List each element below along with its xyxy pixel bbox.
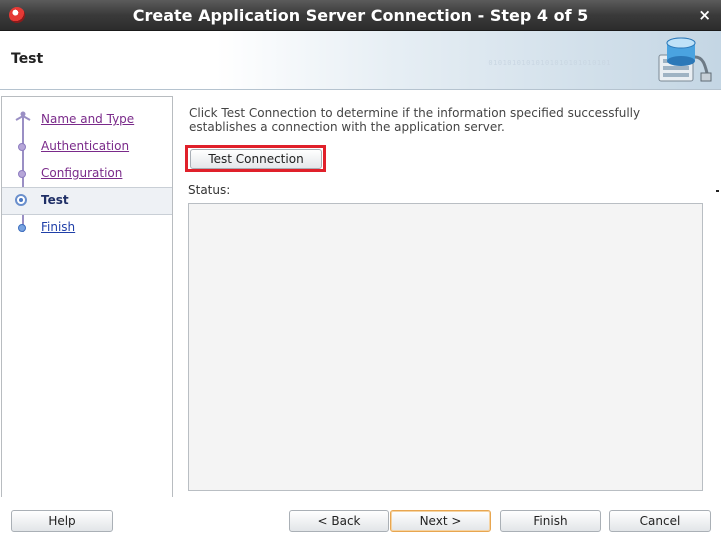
finish-button[interactable]: Finish <box>500 510 601 532</box>
step-item-finish[interactable]: Finish <box>2 215 172 241</box>
step-label-authentication[interactable]: Authentication <box>41 139 129 153</box>
close-icon[interactable]: × <box>698 6 711 24</box>
step-dot-icon <box>18 170 26 178</box>
current-step-icon <box>15 194 27 206</box>
step-dot-icon <box>18 224 26 232</box>
title-bar: Create Application Server Connection - S… <box>0 0 721 31</box>
edge-marker <box>716 190 719 192</box>
cancel-button[interactable]: Cancel <box>609 510 711 532</box>
back-button[interactable]: < Back <box>289 510 389 532</box>
test-connection-button[interactable]: Test Connection <box>190 149 322 169</box>
step-dot-icon <box>18 143 26 151</box>
step-label-configuration[interactable]: Configuration <box>41 166 122 180</box>
step-content: Click Test Connection to determine if th… <box>178 96 721 496</box>
instructions-text: Click Test Connection to determine if th… <box>189 106 641 134</box>
help-button[interactable]: Help <box>11 510 113 532</box>
status-label: Status: <box>188 183 231 197</box>
steps-navigation: Name and Type Authentication Configurati… <box>1 96 173 498</box>
step-item-name-and-type[interactable]: Name and Type <box>2 107 172 133</box>
server-connection-icon <box>658 37 712 82</box>
step-item-configuration[interactable]: Configuration <box>2 161 172 187</box>
window-title: Create Application Server Connection - S… <box>132 5 589 25</box>
step-title: Test <box>11 51 44 67</box>
app-icon <box>9 7 25 23</box>
step-label-test[interactable]: Test <box>41 193 69 207</box>
step-header: Test 01010101010101010101010101 <box>0 31 721 90</box>
binary-decoration: 01010101010101010101010101 <box>488 59 611 67</box>
step-label-finish[interactable]: Finish <box>41 220 75 234</box>
start-person-icon <box>15 111 31 125</box>
step-item-authentication[interactable]: Authentication <box>2 134 172 160</box>
next-button[interactable]: Next > <box>390 510 491 532</box>
step-label-name-and-type[interactable]: Name and Type <box>41 112 134 126</box>
step-item-test[interactable]: Test <box>2 187 172 215</box>
status-output-area[interactable] <box>188 203 703 491</box>
button-bar: Help < Back Next > Finish Cancel <box>0 497 721 543</box>
